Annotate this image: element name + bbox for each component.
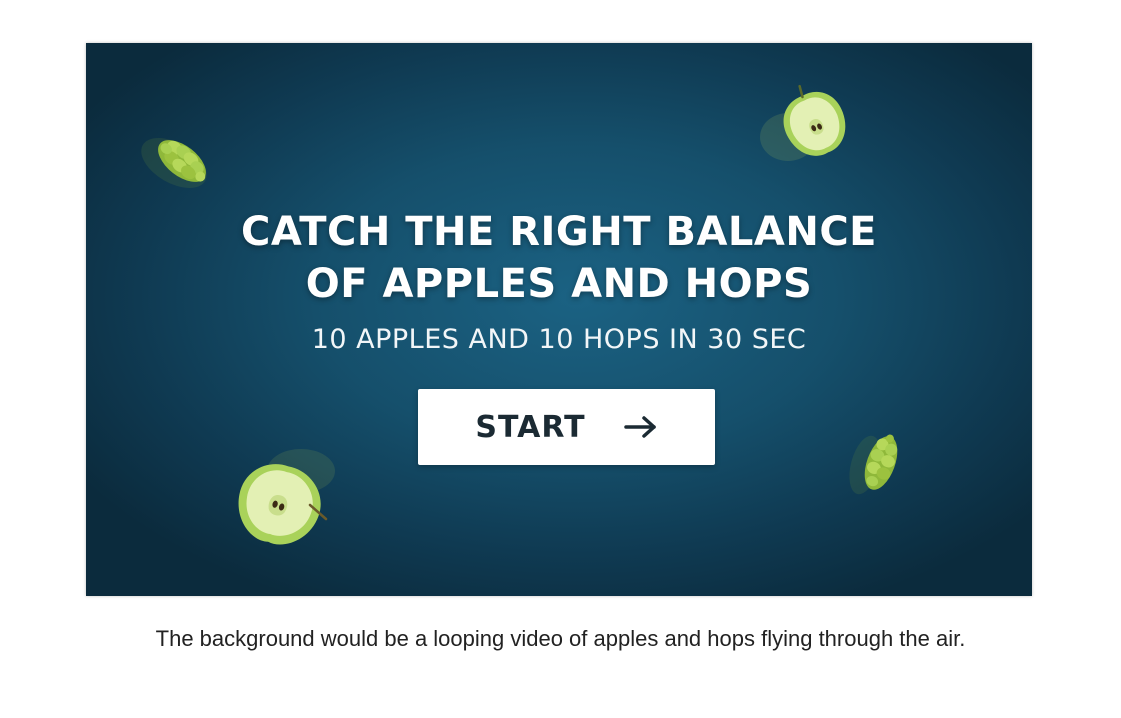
apple-icon [238,449,335,545]
hop-icon [849,434,898,495]
caption: The background would be a looping video … [155,626,966,651]
hop-icon [141,138,207,188]
title-line-1: CATCH THE RIGHT BALANCE [240,209,877,255]
arrow-right-icon [623,416,656,438]
title-line-2: OF APPLES AND HOPS [305,261,813,307]
subtitle: 10 APPLES AND 10 HOPS IN 30 SEC [311,324,807,355]
start-button-label: START [475,409,586,445]
apple-icon [760,84,846,161]
game-start-screen: CATCH THE RIGHT BALANCE OF APPLES AND HO… [86,43,1032,596]
start-button[interactable]: START [418,389,715,465]
